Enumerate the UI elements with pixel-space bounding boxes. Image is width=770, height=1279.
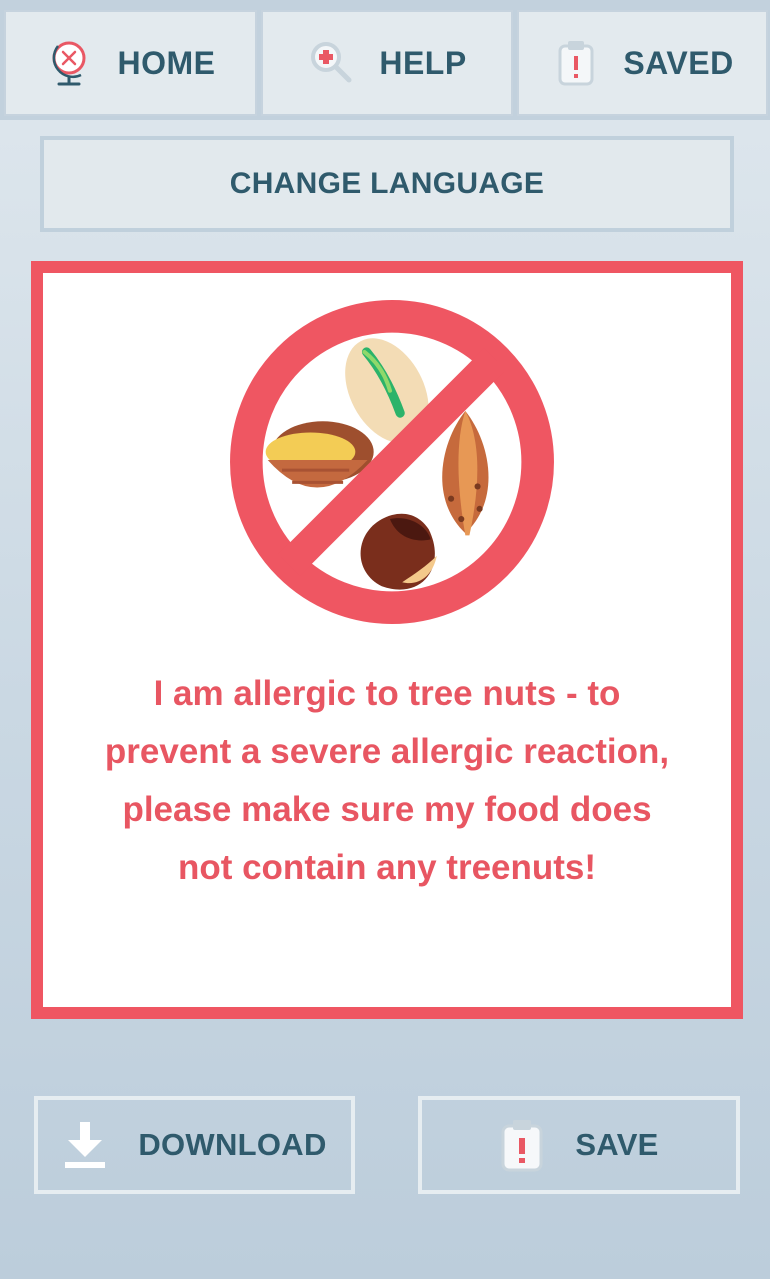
top-navigation: HOME HELP SAVED	[0, 0, 770, 120]
clipboard-alert-icon	[499, 1117, 545, 1173]
allergy-message: I am allergic to tree nuts - to prevent …	[104, 674, 670, 887]
saved-button[interactable]: SAVED	[517, 10, 768, 116]
help-label: HELP	[379, 44, 467, 81]
globe-fork-spoon-icon	[46, 38, 96, 88]
home-button[interactable]: HOME	[4, 10, 257, 116]
save-button[interactable]: SAVE	[418, 1096, 740, 1194]
save-label: SAVE	[575, 1127, 659, 1162]
saved-label: SAVED	[623, 44, 734, 81]
help-button[interactable]: HELP	[261, 10, 513, 116]
home-label: HOME	[117, 44, 216, 81]
download-button[interactable]: DOWNLOAD	[34, 1096, 355, 1194]
change-language-button[interactable]: CHANGE LANGUAGE	[40, 136, 734, 232]
download-label: DOWNLOAD	[138, 1127, 327, 1162]
clipboard-alert-icon	[551, 38, 601, 88]
download-arrow-icon	[62, 1117, 108, 1173]
change-language-label: CHANGE LANGUAGE	[229, 167, 545, 200]
allergy-card: I am allergic to tree nuts - to prevent …	[31, 261, 743, 1019]
no-tree-nuts-icon	[230, 300, 554, 624]
magnifier-medical-cross-icon	[307, 38, 357, 88]
